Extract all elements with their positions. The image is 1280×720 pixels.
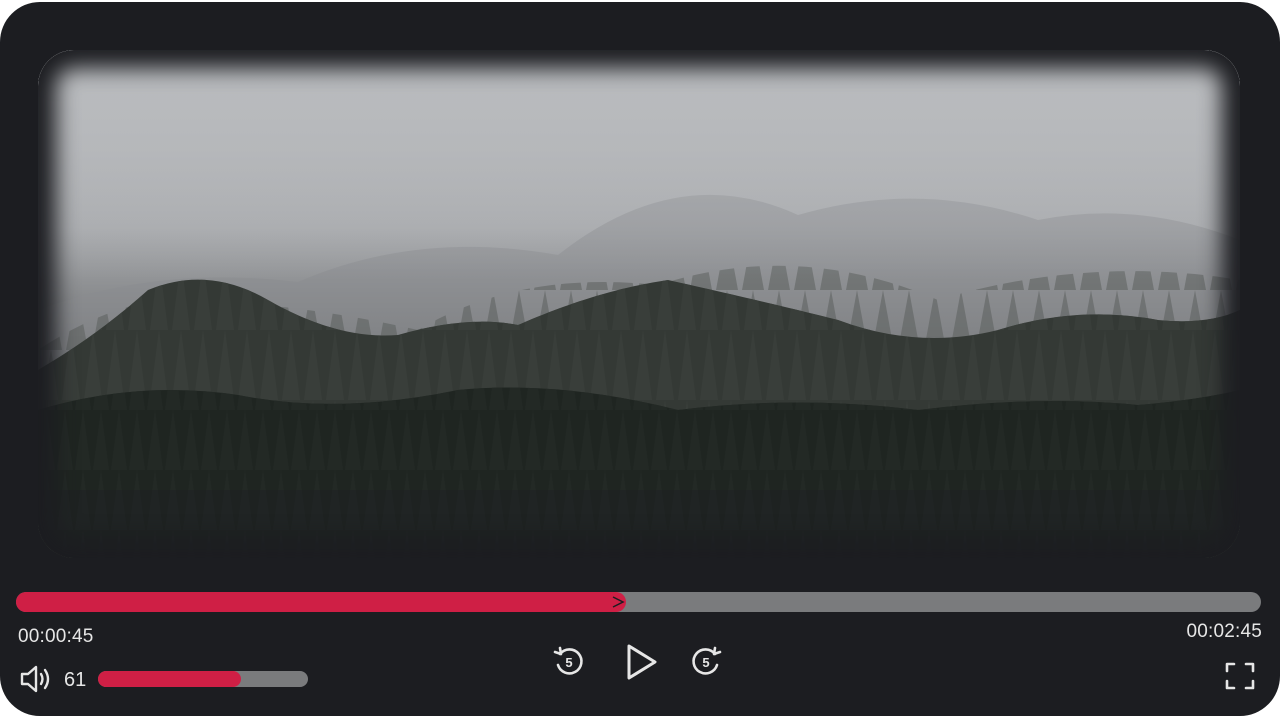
current-time: 00:00:45 — [18, 626, 94, 647]
video-image-forest-fog — [38, 50, 1240, 558]
volume-icon[interactable] — [20, 664, 54, 694]
rewind-5-button[interactable]: 5 — [552, 645, 586, 679]
play-icon — [627, 644, 657, 680]
video-frame[interactable] — [38, 50, 1240, 558]
total-time: 00:02:45 — [1186, 621, 1262, 642]
forward-5-icon: 5 — [692, 646, 722, 675]
fullscreen-icon — [1225, 662, 1255, 690]
rewind-5-label: 5 — [565, 655, 572, 670]
seek-bar[interactable] — [16, 592, 1261, 612]
play-button[interactable] — [624, 642, 660, 682]
fullscreen-button[interactable] — [1224, 661, 1256, 691]
forward-5-label: 5 — [702, 655, 709, 670]
rewind-5-icon: 5 — [553, 646, 583, 675]
volume-value: 61 — [64, 669, 87, 691]
seek-bar-progress — [16, 592, 627, 612]
volume-slider-level — [98, 671, 241, 687]
forward-5-button[interactable]: 5 — [689, 645, 723, 679]
video-player: 00:00:45 00:02:45 61 5 5 — [0, 2, 1280, 716]
volume-slider[interactable] — [98, 671, 308, 687]
seek-handle-icon[interactable] — [610, 594, 626, 610]
